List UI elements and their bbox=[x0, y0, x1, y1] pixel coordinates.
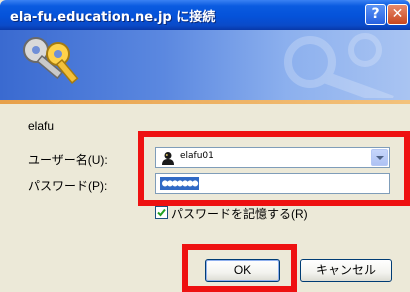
connect-dialog: ela-fu.education.ne.jp に接続 ? ✕ elafu ユーザ… bbox=[0, 0, 410, 292]
ok-button[interactable]: OK bbox=[205, 259, 280, 282]
remember-password-checkbox[interactable] bbox=[155, 206, 168, 219]
checkmark-icon bbox=[157, 208, 166, 217]
close-button[interactable]: ✕ bbox=[387, 4, 408, 25]
username-combobox[interactable]: elafu01 bbox=[155, 147, 390, 168]
user-icon bbox=[162, 152, 174, 165]
password-field[interactable]: ●●●●●●● bbox=[155, 173, 390, 194]
username-value: elafu01 bbox=[180, 151, 214, 161]
cancel-button[interactable]: キャンセル bbox=[300, 259, 392, 282]
window-title: ela-fu.education.ne.jp に接続 bbox=[10, 10, 216, 25]
remember-password-label: パスワードを記憶する(R) bbox=[171, 207, 308, 221]
username-label: ユーザー名(U): bbox=[28, 153, 108, 167]
help-button[interactable]: ? bbox=[365, 4, 386, 25]
server-name-label: elafu bbox=[28, 119, 55, 133]
chevron-down-icon[interactable] bbox=[371, 149, 388, 166]
banner-accent-line bbox=[0, 100, 410, 104]
password-label: パスワード(P): bbox=[28, 179, 108, 193]
title-bar[interactable]: ela-fu.education.ne.jp に接続 ? ✕ bbox=[0, 0, 410, 30]
keys-watermark-icon bbox=[284, 33, 394, 98]
password-value: ●●●●●●● bbox=[160, 177, 200, 190]
dialog-banner bbox=[0, 30, 410, 100]
highlight-credentials bbox=[138, 131, 410, 206]
keys-icon bbox=[23, 37, 79, 84]
